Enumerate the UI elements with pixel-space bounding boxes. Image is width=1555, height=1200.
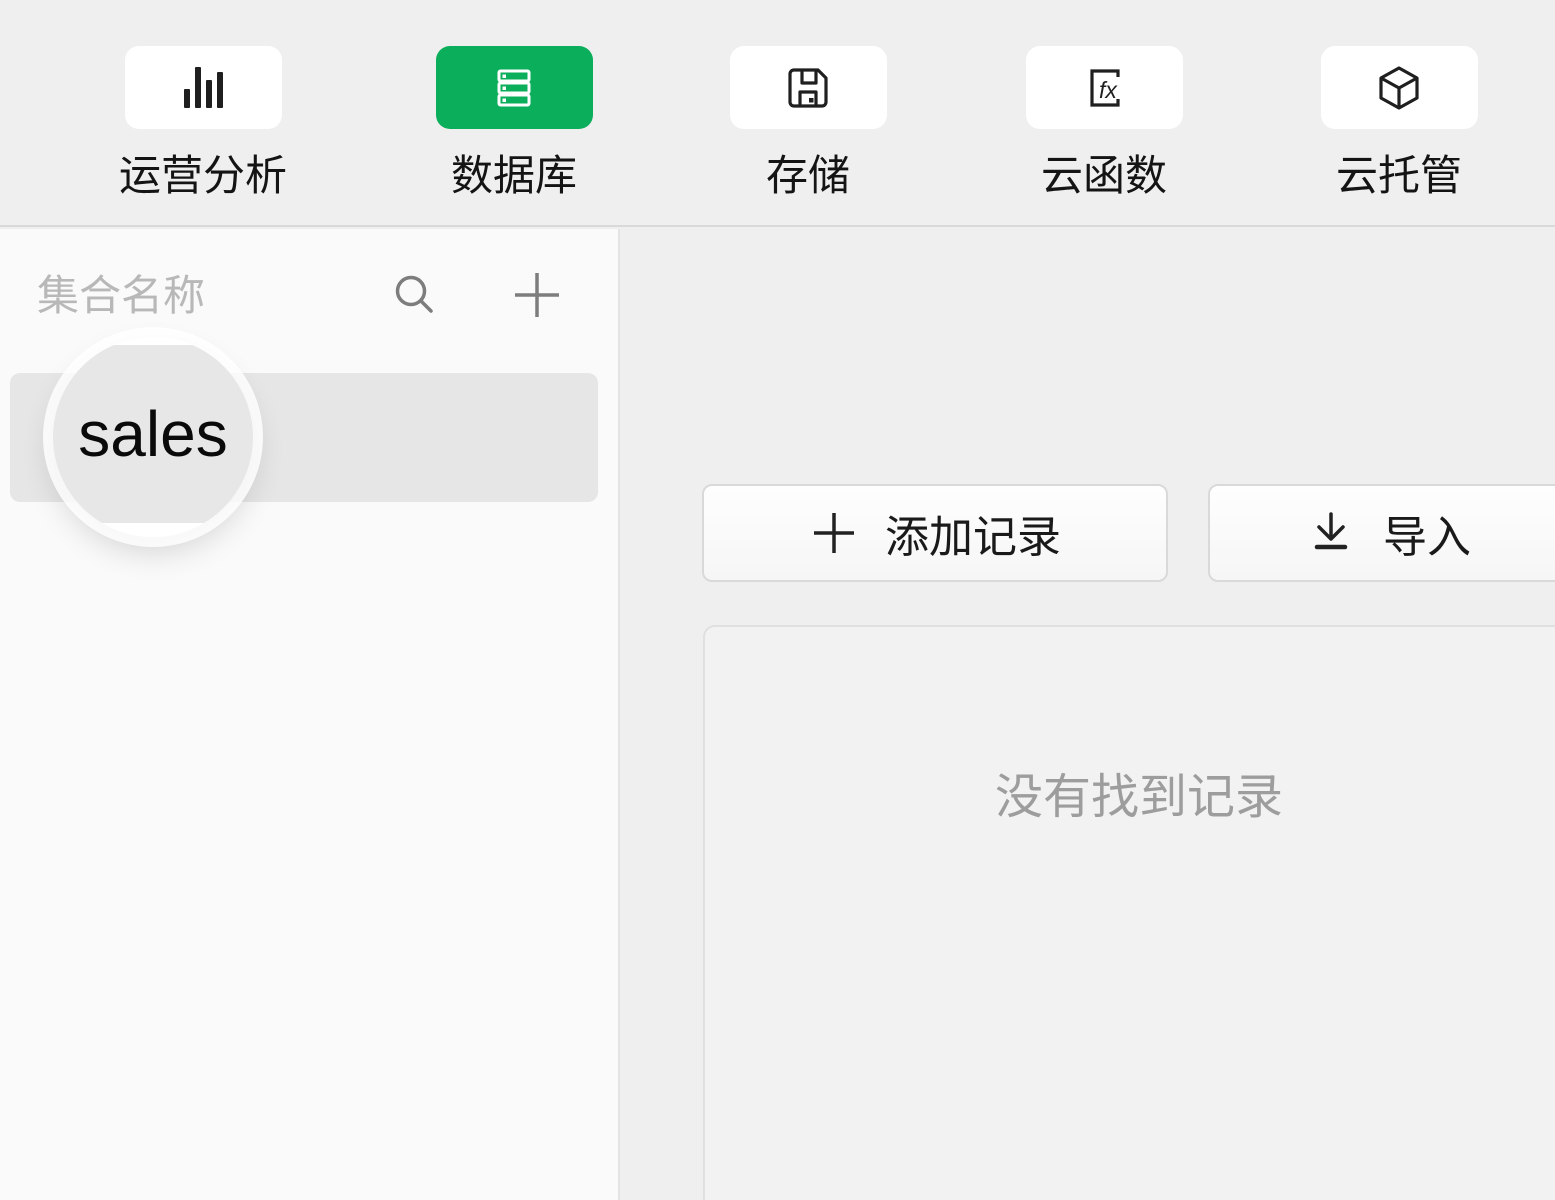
records-main-area: 添加记录 导入 没有找到记录 bbox=[622, 229, 1555, 1200]
tab-database[interactable]: 数据库 bbox=[414, 46, 614, 197]
add-record-label: 添加记录 bbox=[885, 501, 1061, 565]
magnifier-loupe-overlay: sales bbox=[53, 337, 253, 537]
empty-state-text: 没有找到记录 bbox=[705, 627, 1555, 827]
tab-label: 云托管 bbox=[1336, 155, 1462, 197]
tab-label: 存储 bbox=[766, 155, 850, 197]
tab-icon-box: fx bbox=[1026, 46, 1183, 129]
top-toolbar: 运营分析 数据库 bbox=[0, 0, 1555, 227]
tab-label: 云函数 bbox=[1041, 155, 1167, 197]
import-button[interactable]: 导入 bbox=[1208, 484, 1555, 582]
cloud-console-window: 运营分析 数据库 bbox=[0, 0, 1555, 1200]
svg-text:fx: fx bbox=[1099, 77, 1118, 103]
add-collection-button[interactable] bbox=[510, 268, 564, 322]
add-record-button[interactable]: 添加记录 bbox=[702, 484, 1168, 582]
records-empty-panel: 没有找到记录 bbox=[703, 625, 1555, 1200]
database-icon bbox=[486, 60, 542, 116]
import-label: 导入 bbox=[1383, 501, 1471, 565]
download-icon bbox=[1305, 507, 1357, 559]
search-collection-button[interactable] bbox=[388, 268, 442, 322]
floppy-disk-icon bbox=[780, 60, 836, 116]
tab-label: 运营分析 bbox=[119, 155, 287, 197]
plus-icon bbox=[510, 268, 564, 322]
plus-icon bbox=[809, 508, 859, 558]
tab-cloud-hosting[interactable]: 云托管 bbox=[1299, 46, 1499, 197]
tab-storage[interactable]: 存储 bbox=[708, 46, 908, 197]
fx-function-icon: fx bbox=[1076, 60, 1132, 116]
search-icon bbox=[388, 268, 442, 322]
collections-sidebar: 集合名称 sales sales bbox=[0, 229, 620, 1200]
tab-icon-box bbox=[1321, 46, 1478, 129]
collection-search-placeholder: 集合名称 bbox=[37, 275, 205, 317]
tab-icon-box bbox=[730, 46, 887, 129]
loupe-magnified-text: sales bbox=[78, 397, 227, 471]
tab-icon-box-active bbox=[436, 46, 593, 129]
tab-label: 数据库 bbox=[451, 155, 577, 197]
bar-chart-icon bbox=[179, 64, 227, 112]
tab-operations-analytics[interactable]: 运营分析 bbox=[103, 46, 303, 197]
cube-icon bbox=[1371, 60, 1427, 116]
tab-icon-box bbox=[125, 46, 282, 129]
tab-cloud-functions[interactable]: fx 云函数 bbox=[1004, 46, 1204, 197]
